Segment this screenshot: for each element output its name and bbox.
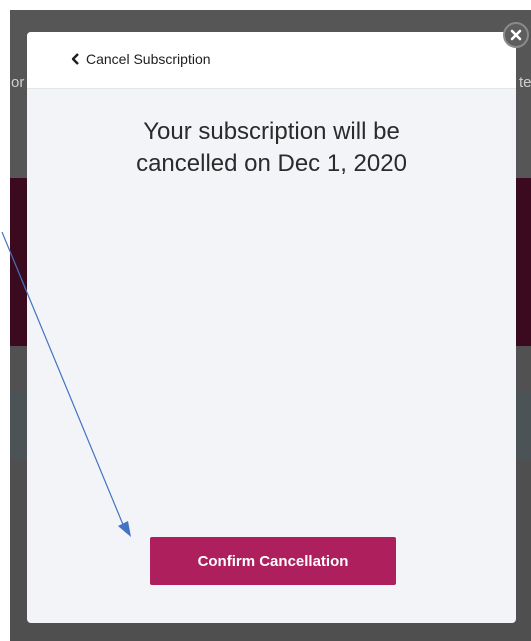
background-text-fragment-left: or xyxy=(11,74,25,91)
back-button-label: Cancel Subscription xyxy=(86,51,211,67)
message-line-2: cancelled on Dec 1, 2020 xyxy=(136,150,407,177)
background-text-fragment-right: te xyxy=(519,74,531,91)
modal-header: Cancel Subscription xyxy=(27,32,516,89)
cancellation-message: Your subscription will be cancelled on D… xyxy=(27,116,516,180)
close-button[interactable] xyxy=(503,22,529,48)
close-icon xyxy=(510,29,522,41)
back-button[interactable]: Cancel Subscription xyxy=(71,51,211,67)
message-line-1: Your subscription will be xyxy=(143,118,400,145)
chevron-left-icon xyxy=(71,53,79,65)
confirm-cancellation-button[interactable]: Confirm Cancellation xyxy=(150,537,396,585)
cancel-subscription-modal: Cancel Subscription Your subscription wi… xyxy=(27,32,516,623)
